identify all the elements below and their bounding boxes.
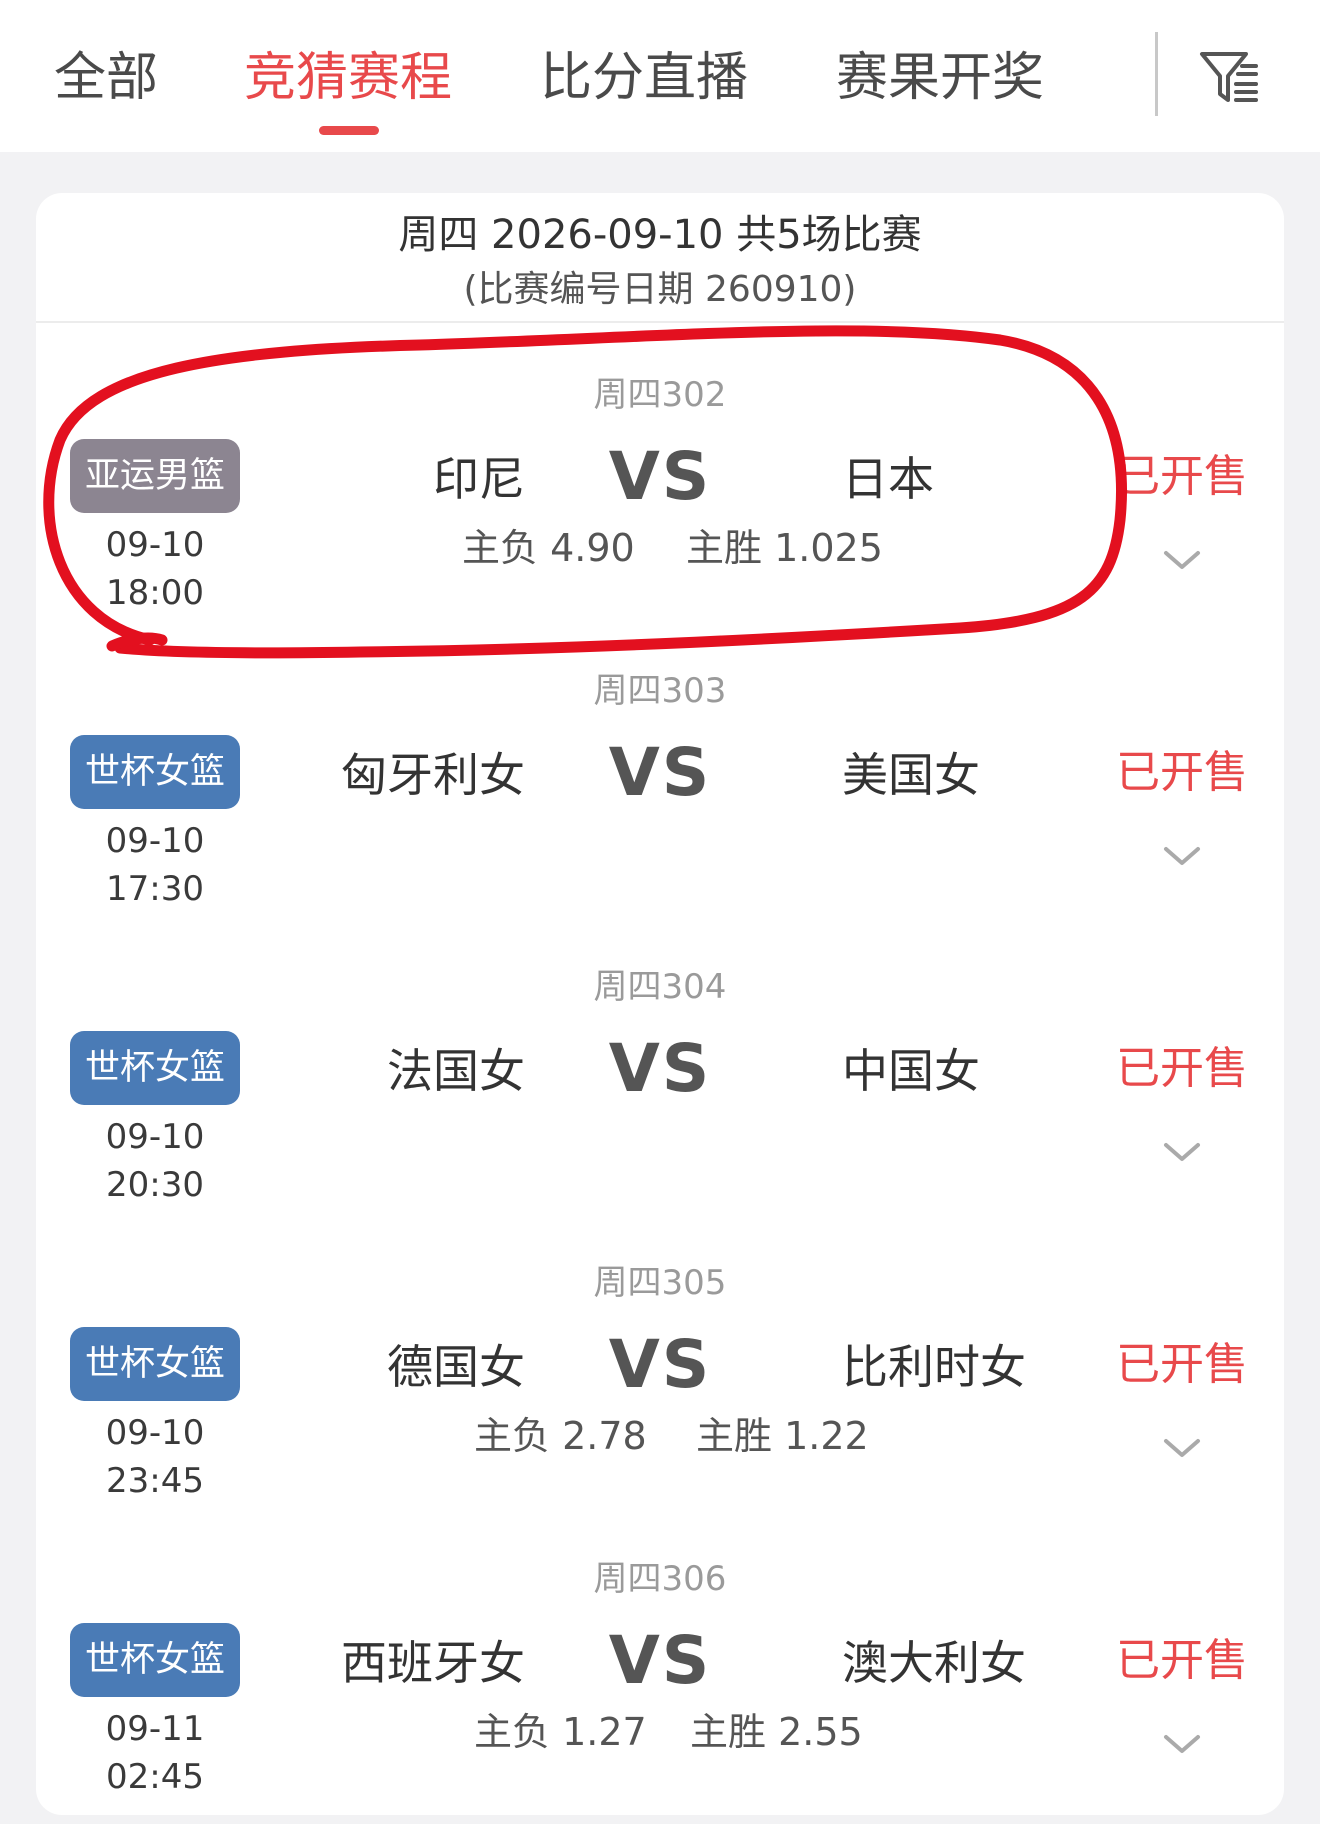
chevron-down-icon: [1164, 1735, 1200, 1753]
vs-label: VS: [608, 1030, 712, 1107]
odds-home-lose[interactable]: 主负 4.90: [462, 523, 635, 573]
sale-status: 已开售: [1116, 1043, 1248, 1094]
match-time: 23:45: [106, 1461, 204, 1501]
match-row[interactable]: 周四303 世杯女篮 09-10 17:30 匈牙利女 VS 美国女 已开售: [36, 639, 1284, 935]
day-subtitle: (比赛编号日期 260910): [463, 269, 857, 310]
vs-label: VS: [608, 438, 712, 515]
match-date: 09-10: [105, 525, 205, 565]
odds-home-lose[interactable]: 主负 2.78: [474, 1411, 647, 1461]
vs-label: VS: [608, 1326, 712, 1403]
match-row[interactable]: 周四302 亚运男篮 09-10 18:00 印尼 VS 日本 主负 4.90 …: [36, 343, 1284, 639]
match-time: 17:30: [106, 869, 204, 909]
match-time: 02:45: [106, 1757, 204, 1797]
odds-home-win[interactable]: 主胜 2.55: [690, 1707, 863, 1757]
match-number: 周四302: [593, 375, 727, 415]
expand-button[interactable]: [1160, 1729, 1204, 1759]
match-row[interactable]: 周四304 世杯女篮 09-10 20:30 法国女 VS 中国女 已开售: [36, 935, 1284, 1231]
match-list-card: 周四 2026-09-10 共5场比赛 (比赛编号日期 260910) 周四30…: [36, 193, 1284, 1815]
match-date: 09-10: [105, 1117, 205, 1157]
tab-divider: [1155, 32, 1158, 116]
away-team: 美国女: [842, 748, 980, 802]
chevron-down-icon: [1164, 1143, 1200, 1161]
match-number: 周四306: [593, 1559, 727, 1599]
tab-betting-schedule[interactable]: 竞猜赛程: [244, 38, 452, 118]
match-date: 09-10: [105, 1413, 205, 1453]
away-team: 澳大利女: [842, 1636, 1026, 1690]
away-team: 日本: [842, 452, 934, 506]
chevron-down-icon: [1164, 1439, 1200, 1457]
expand-button[interactable]: [1160, 1137, 1204, 1167]
odds-home-win[interactable]: 主胜 1.025: [686, 523, 883, 573]
sale-status: 已开售: [1116, 1339, 1248, 1390]
sale-status: 已开售: [1116, 451, 1248, 502]
match-number: 周四305: [593, 1263, 727, 1303]
match-row[interactable]: 周四305 世杯女篮 09-10 23:45 德国女 VS 比利时女 主负 2.…: [36, 1231, 1284, 1527]
away-team: 中国女: [842, 1044, 980, 1098]
odds-home-win[interactable]: 主胜 1.22: [696, 1411, 869, 1461]
expand-button[interactable]: [1160, 545, 1204, 575]
expand-button[interactable]: [1160, 841, 1204, 871]
sale-status: 已开售: [1116, 1635, 1248, 1686]
vs-label: VS: [608, 1622, 712, 1699]
vs-label: VS: [608, 734, 712, 811]
away-team: 比利时女: [842, 1340, 1026, 1394]
sale-status: 已开售: [1116, 747, 1248, 798]
match-date: 09-10: [105, 821, 205, 861]
filter-button[interactable]: [1196, 44, 1262, 110]
expand-button[interactable]: [1160, 1433, 1204, 1463]
day-title: 周四 2026-09-10 共5场比赛: [398, 212, 922, 258]
active-tab-indicator: [319, 126, 379, 135]
chevron-down-icon: [1164, 847, 1200, 865]
match-row[interactable]: 周四306 世杯女篮 09-11 02:45 西班牙女 VS 澳大利女 主负 1…: [36, 1527, 1284, 1815]
match-time: 18:00: [106, 573, 204, 613]
filter-icon: [1200, 52, 1258, 102]
day-header: 周四 2026-09-10 共5场比赛 (比赛编号日期 260910): [36, 193, 1284, 323]
match-number: 周四304: [593, 967, 727, 1007]
odds-home-lose[interactable]: 主负 1.27: [474, 1707, 647, 1757]
match-date: 09-11: [105, 1709, 205, 1749]
tab-all[interactable]: 全部: [54, 38, 158, 118]
match-number: 周四303: [593, 671, 727, 711]
top-tab-bar: 全部 竞猜赛程 比分直播 赛果开奖: [0, 0, 1320, 152]
tab-results[interactable]: 赛果开奖: [836, 38, 1044, 118]
chevron-down-icon: [1164, 551, 1200, 569]
tab-live-score[interactable]: 比分直播: [540, 38, 748, 118]
match-time: 20:30: [106, 1165, 204, 1205]
app-root: 全部 竞猜赛程 比分直播 赛果开奖 周四 2026-09-10 共5场比赛 (比…: [0, 0, 1320, 1824]
